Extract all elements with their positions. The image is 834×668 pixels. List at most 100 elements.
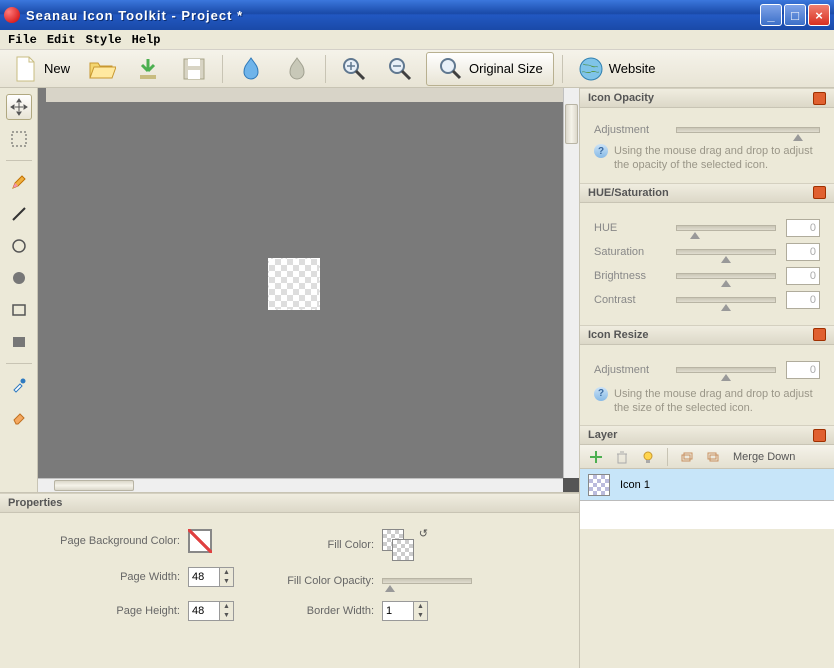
contrast-slider[interactable] — [676, 297, 776, 303]
right-panel: Icon Opacity Adjustment ? Using the mouse… — [579, 88, 834, 668]
toolbar-separator — [222, 55, 223, 83]
scrollbar-thumb[interactable] — [54, 480, 134, 491]
scrollbar-thumb[interactable] — [565, 104, 578, 144]
saturation-input[interactable] — [786, 243, 820, 261]
add-layer-button[interactable] — [586, 447, 606, 467]
menu-file[interactable]: File — [8, 33, 37, 47]
zoom-out-icon — [386, 55, 414, 83]
toolbox — [0, 88, 38, 518]
zoom-out-button[interactable] — [380, 53, 420, 85]
properties-header: Properties — [0, 493, 579, 513]
saturation-slider[interactable] — [676, 249, 776, 255]
opacity-slider[interactable] — [676, 127, 820, 133]
bg-color-swatch[interactable] — [188, 529, 212, 553]
adjustment-label: Adjustment — [594, 364, 666, 376]
spin-up[interactable]: ▲ — [414, 602, 427, 611]
new-button[interactable]: New — [6, 53, 76, 85]
brightness-slider[interactable] — [676, 273, 776, 279]
layer-row[interactable]: Icon 1 — [580, 469, 834, 501]
menu-style[interactable]: Style — [86, 33, 122, 47]
fill-opacity-slider[interactable] — [382, 578, 472, 584]
close-button[interactable]: × — [808, 4, 830, 26]
floppy-icon — [180, 55, 208, 83]
layer-header: Layer — [580, 425, 834, 445]
spin-down[interactable]: ▼ — [220, 577, 233, 586]
adjustment-label: Adjustment — [594, 124, 666, 136]
line-tool[interactable] — [6, 201, 32, 227]
zoom-in-button[interactable] — [334, 53, 374, 85]
resize-grip[interactable] — [563, 478, 579, 492]
maximize-button[interactable]: □ — [784, 4, 806, 26]
flame-blue-icon — [237, 55, 265, 83]
merge-down-button[interactable] — [703, 447, 723, 467]
opacity-hint: Using the mouse drag and drop to adjust … — [614, 144, 820, 173]
tool-divider — [6, 363, 32, 364]
rect-outline-tool[interactable] — [6, 297, 32, 323]
menu-edit[interactable]: Edit — [47, 33, 76, 47]
page-height-input[interactable] — [188, 601, 220, 621]
panel-close-button[interactable] — [813, 328, 826, 341]
panel-close-button[interactable] — [813, 429, 826, 442]
page-width-label: Page Width: — [20, 571, 180, 583]
contrast-input[interactable] — [786, 291, 820, 309]
panel-close-button[interactable] — [813, 92, 826, 105]
flame-grey-icon — [283, 55, 311, 83]
hue-slider[interactable] — [676, 225, 776, 231]
rect-fill-tool[interactable] — [6, 329, 32, 355]
website-label: Website — [609, 61, 656, 76]
page-width-input[interactable] — [188, 567, 220, 587]
website-button[interactable]: Website — [571, 53, 662, 85]
save-button[interactable] — [174, 53, 214, 85]
new-label: New — [44, 61, 70, 76]
spin-down[interactable]: ▼ — [220, 611, 233, 620]
spin-up[interactable]: ▲ — [220, 602, 233, 611]
original-size-label: Original Size — [469, 61, 543, 76]
layer-list: Icon 1 — [580, 469, 834, 529]
resize-slider[interactable] — [676, 367, 776, 373]
move-tool[interactable] — [6, 94, 32, 120]
menu-help[interactable]: Help — [132, 33, 161, 47]
delete-layer-button[interactable] — [612, 447, 632, 467]
menubar: File Edit Style Help — [0, 30, 834, 50]
panel-title: HUE/Saturation — [588, 187, 669, 199]
layer-toolbar: Merge Down — [580, 445, 834, 469]
fill-color-swatch[interactable] — [382, 529, 414, 561]
ellipse-outline-tool[interactable] — [6, 233, 32, 259]
app-icon — [4, 7, 20, 23]
arrow-down-icon — [134, 55, 162, 83]
open-button[interactable] — [82, 53, 122, 85]
merge-up-button[interactable] — [677, 447, 697, 467]
brightness-input[interactable] — [786, 267, 820, 285]
spin-up[interactable]: ▲ — [220, 568, 233, 577]
marquee-tool[interactable] — [6, 126, 32, 152]
saturation-label: Saturation — [594, 246, 666, 258]
spin-down[interactable]: ▼ — [414, 611, 427, 620]
hue-input[interactable] — [786, 219, 820, 237]
resize-input[interactable] — [786, 361, 820, 379]
panel-close-button[interactable] — [813, 186, 826, 199]
canvas-area[interactable] — [38, 88, 579, 492]
panel-title: Icon Opacity — [588, 92, 654, 104]
eraser-tool[interactable] — [6, 404, 32, 430]
border-width-input[interactable] — [382, 601, 414, 621]
bulb-button[interactable] — [638, 447, 658, 467]
merge-down-label[interactable]: Merge Down — [733, 451, 795, 463]
pencil-tool[interactable] — [6, 169, 32, 195]
border-width-label: Border Width: — [264, 605, 374, 617]
minimize-button[interactable]: _ — [760, 4, 782, 26]
scrollbar-vertical[interactable] — [563, 88, 579, 478]
info-icon: ? — [594, 144, 608, 158]
eyedropper-tool[interactable] — [6, 372, 32, 398]
titlebar: Seanau Icon Toolkit - Project * _ □ × — [0, 0, 834, 30]
scrollbar-horizontal[interactable] — [38, 478, 563, 492]
flame-button[interactable] — [231, 53, 271, 85]
import-button[interactable] — [128, 53, 168, 85]
hue-saturation-header: HUE/Saturation — [580, 183, 834, 203]
flame2-button[interactable] — [277, 53, 317, 85]
original-size-button[interactable]: Original Size — [426, 52, 554, 86]
ellipse-fill-tool[interactable] — [6, 265, 32, 291]
info-icon: ? — [594, 387, 608, 401]
icon-canvas[interactable] — [268, 258, 320, 310]
hue-saturation-body: HUE Saturation Brightness Contrast — [580, 203, 834, 325]
layer-toolbar-separator — [667, 448, 668, 466]
